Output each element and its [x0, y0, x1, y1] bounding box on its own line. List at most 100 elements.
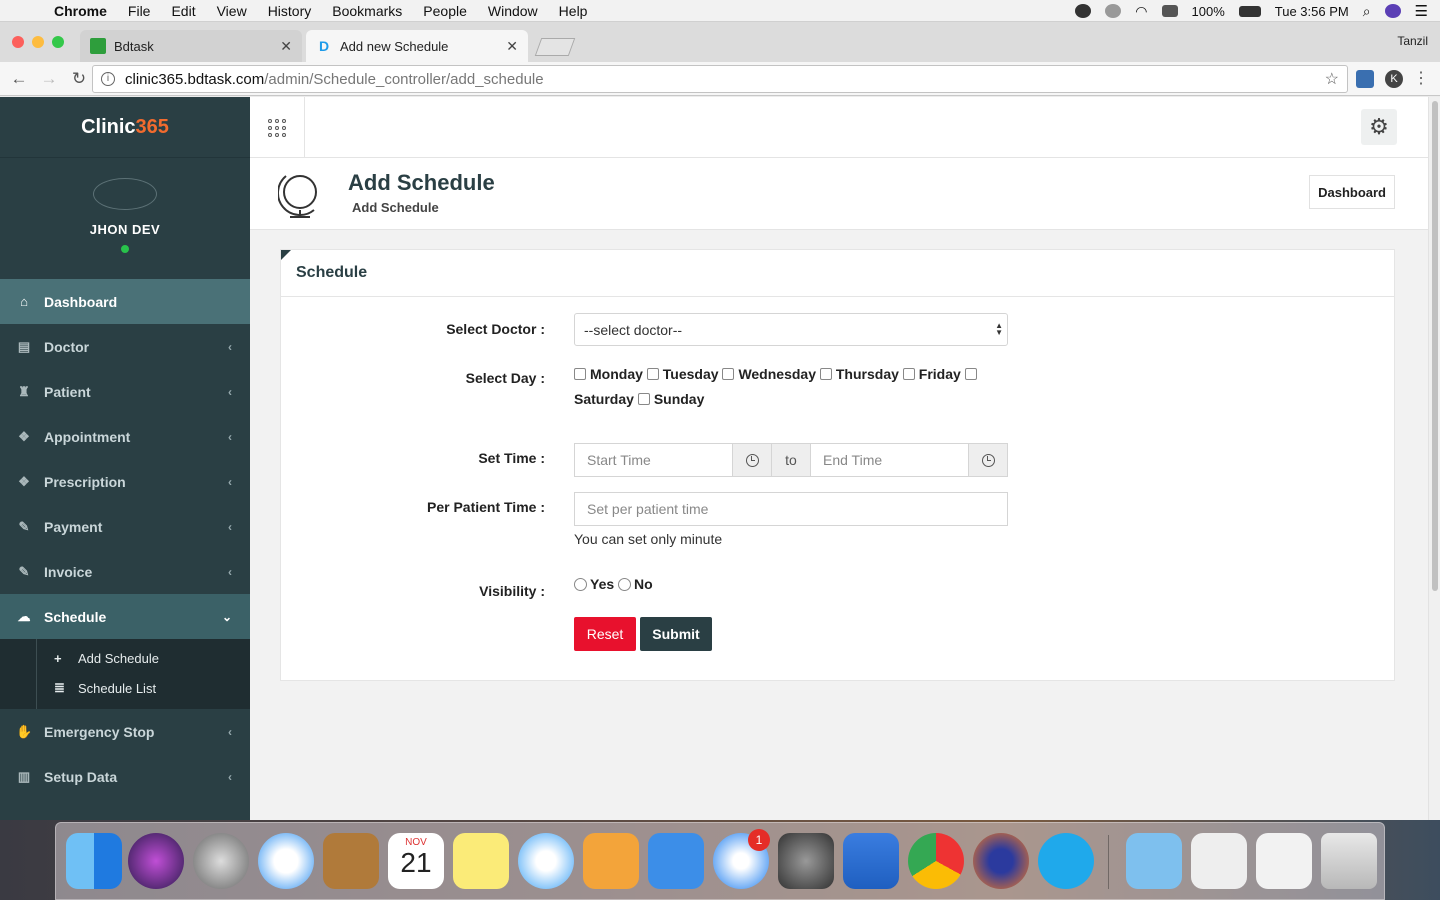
- tab-bdtask[interactable]: Bdtask ✕: [80, 30, 302, 62]
- schedule-panel: Schedule Select Doctor : --select doctor…: [280, 249, 1395, 681]
- safari-icon[interactable]: [258, 833, 314, 889]
- system-preferences-icon[interactable]: [778, 833, 834, 889]
- sidebar-item-patient[interactable]: ♜ Patient ‹: [0, 369, 250, 414]
- menu-edit[interactable]: Edit: [171, 3, 195, 19]
- profile-name[interactable]: Tanzil: [1397, 34, 1428, 48]
- new-tab-button[interactable]: [534, 38, 576, 56]
- pages-icon[interactable]: [583, 833, 639, 889]
- submit-button[interactable]: Submit: [640, 617, 712, 651]
- tab-add-new-schedule[interactable]: D Add new Schedule ✕: [306, 30, 528, 62]
- checkbox-thursday[interactable]: [819, 368, 832, 380]
- wifi-icon[interactable]: ◠: [1135, 3, 1147, 20]
- spotlight-search-icon[interactable]: ⌕: [1363, 3, 1371, 20]
- menu-help[interactable]: Help: [559, 3, 588, 19]
- bdtask-favicon-icon: [90, 38, 106, 54]
- sidebar-item-appointment[interactable]: ❖ Appointment ‹: [0, 414, 250, 459]
- downloads-stack-icon[interactable]: [1256, 833, 1312, 889]
- checkbox-saturday[interactable]: [964, 368, 977, 380]
- per-patient-time-input[interactable]: Set per patient time: [574, 492, 1008, 526]
- firefox-icon[interactable]: [973, 833, 1029, 889]
- checkbox-wednesday[interactable]: [722, 368, 735, 380]
- apps-grid-button[interactable]: [250, 97, 305, 158]
- menu-bookmarks[interactable]: Bookmarks: [332, 3, 402, 19]
- notes-icon[interactable]: [453, 833, 509, 889]
- sidebar-item-payment[interactable]: ✎ Payment ‹: [0, 504, 250, 549]
- clock-icon: [745, 453, 759, 467]
- select-doctor-dropdown[interactable]: --select doctor-- ▲ ▼: [574, 313, 1008, 346]
- sidebar-item-emergency-stop[interactable]: ✋ Emergency Stop ‹: [0, 709, 250, 754]
- scrollbar-thumb[interactable]: [1432, 101, 1438, 591]
- chrome-icon[interactable]: [908, 833, 964, 889]
- close-tab-icon[interactable]: ✕: [506, 38, 518, 55]
- address-bar[interactable]: i clinic365.bdtask.com/admin/Schedule_co…: [92, 65, 1348, 93]
- skype-status-icon[interactable]: [1075, 4, 1092, 18]
- menu-view[interactable]: View: [217, 3, 247, 19]
- launchpad-icon[interactable]: [193, 833, 249, 889]
- list-icon: ≣: [54, 680, 65, 695]
- siri-icon[interactable]: [128, 833, 184, 889]
- menu-history[interactable]: History: [268, 3, 312, 19]
- breadcrumb-dashboard[interactable]: Dashboard: [1309, 175, 1395, 209]
- extension-icon[interactable]: [1356, 70, 1374, 88]
- checkbox-sunday[interactable]: [637, 393, 650, 405]
- sidebar-item-dashboard[interactable]: ⌂ Dashboard: [0, 279, 250, 324]
- checkbox-tuesday[interactable]: [646, 368, 659, 380]
- contacts-icon[interactable]: [323, 833, 379, 889]
- menu-file[interactable]: File: [128, 3, 151, 19]
- menubar-clock[interactable]: Tue 3:56 PM: [1275, 4, 1349, 19]
- airplay-icon[interactable]: [1161, 5, 1178, 17]
- checkbox-monday[interactable]: [574, 368, 586, 380]
- sidebar-item-schedule[interactable]: ☁ Schedule ⌄: [0, 594, 250, 639]
- word-icon[interactable]: [843, 833, 899, 889]
- radio-no[interactable]: [618, 578, 632, 591]
- sidebar-subitem-add-schedule[interactable]: + Add Schedule: [0, 643, 250, 673]
- forward-arrow-icon[interactable]: →: [38, 69, 60, 89]
- sidebar-item-label: Dashboard: [44, 293, 118, 310]
- page-scrollbar[interactable]: [1428, 97, 1440, 820]
- messages-icon[interactable]: [518, 833, 574, 889]
- start-time-input[interactable]: Start Time: [575, 444, 732, 476]
- document-stack-icon[interactable]: [1191, 833, 1247, 889]
- back-arrow-icon[interactable]: ←: [8, 69, 30, 89]
- bookmark-star-icon[interactable]: ☆: [1325, 69, 1339, 89]
- reset-button[interactable]: Reset: [574, 617, 636, 651]
- applications-folder-icon[interactable]: [1126, 833, 1182, 889]
- reload-icon[interactable]: ↻: [68, 69, 90, 89]
- calendar-icon[interactable]: NOV 21: [388, 833, 444, 889]
- keynote-icon[interactable]: [648, 833, 704, 889]
- sidebar-item-prescription[interactable]: ❖ Prescription ‹: [0, 459, 250, 504]
- menu-window[interactable]: Window: [488, 3, 538, 19]
- app-viewport: Clinic 365 JHON DEV ⌂ Dashboard ▤ Doctor …: [0, 97, 1428, 820]
- menu-people[interactable]: People: [423, 3, 467, 19]
- battery-icon[interactable]: [1238, 5, 1261, 17]
- radio-yes[interactable]: [574, 578, 587, 591]
- skype-icon[interactable]: [1038, 833, 1094, 889]
- sidebar-item-invoice[interactable]: ✎ Invoice ‹: [0, 549, 250, 594]
- page-subtitle: Add Schedule: [352, 200, 439, 215]
- per-patient-time-label: Per Patient Time :: [426, 499, 545, 515]
- zoom-window-button[interactable]: [52, 36, 64, 48]
- site-info-icon[interactable]: i: [101, 72, 115, 86]
- notification-center-icon[interactable]: ☰: [1415, 2, 1428, 20]
- creative-cloud-icon[interactable]: [1105, 4, 1122, 18]
- sidebar-item-doctor[interactable]: ▤ Doctor ‹: [0, 324, 250, 369]
- start-time-clock-button[interactable]: [732, 444, 771, 476]
- checkbox-friday[interactable]: [902, 368, 915, 380]
- end-time-clock-button[interactable]: [968, 444, 1007, 476]
- per-patient-help-text: You can set only minute: [574, 531, 723, 547]
- close-window-button[interactable]: [12, 36, 24, 48]
- account-avatar[interactable]: K: [1385, 70, 1403, 88]
- menu-app-chrome[interactable]: Chrome: [54, 3, 107, 19]
- minimize-window-button[interactable]: [32, 36, 44, 48]
- sidebar-item-label: Patient: [44, 383, 91, 400]
- sidebar-item-setup-data[interactable]: ▥ Setup Data ‹: [0, 754, 250, 799]
- trash-icon[interactable]: [1321, 833, 1377, 889]
- sidebar-subitem-schedule-list[interactable]: ≣ Schedule List: [0, 673, 250, 703]
- end-time-input[interactable]: End Time: [811, 444, 968, 476]
- finder-icon[interactable]: [66, 833, 122, 889]
- chrome-menu-icon[interactable]: ⋮: [1412, 70, 1430, 88]
- settings-gear-icon[interactable]: ⚙: [1361, 109, 1397, 145]
- siri-icon[interactable]: [1384, 4, 1401, 18]
- clinic365-logo[interactable]: Clinic 365: [0, 97, 250, 158]
- close-tab-icon[interactable]: ✕: [280, 38, 292, 55]
